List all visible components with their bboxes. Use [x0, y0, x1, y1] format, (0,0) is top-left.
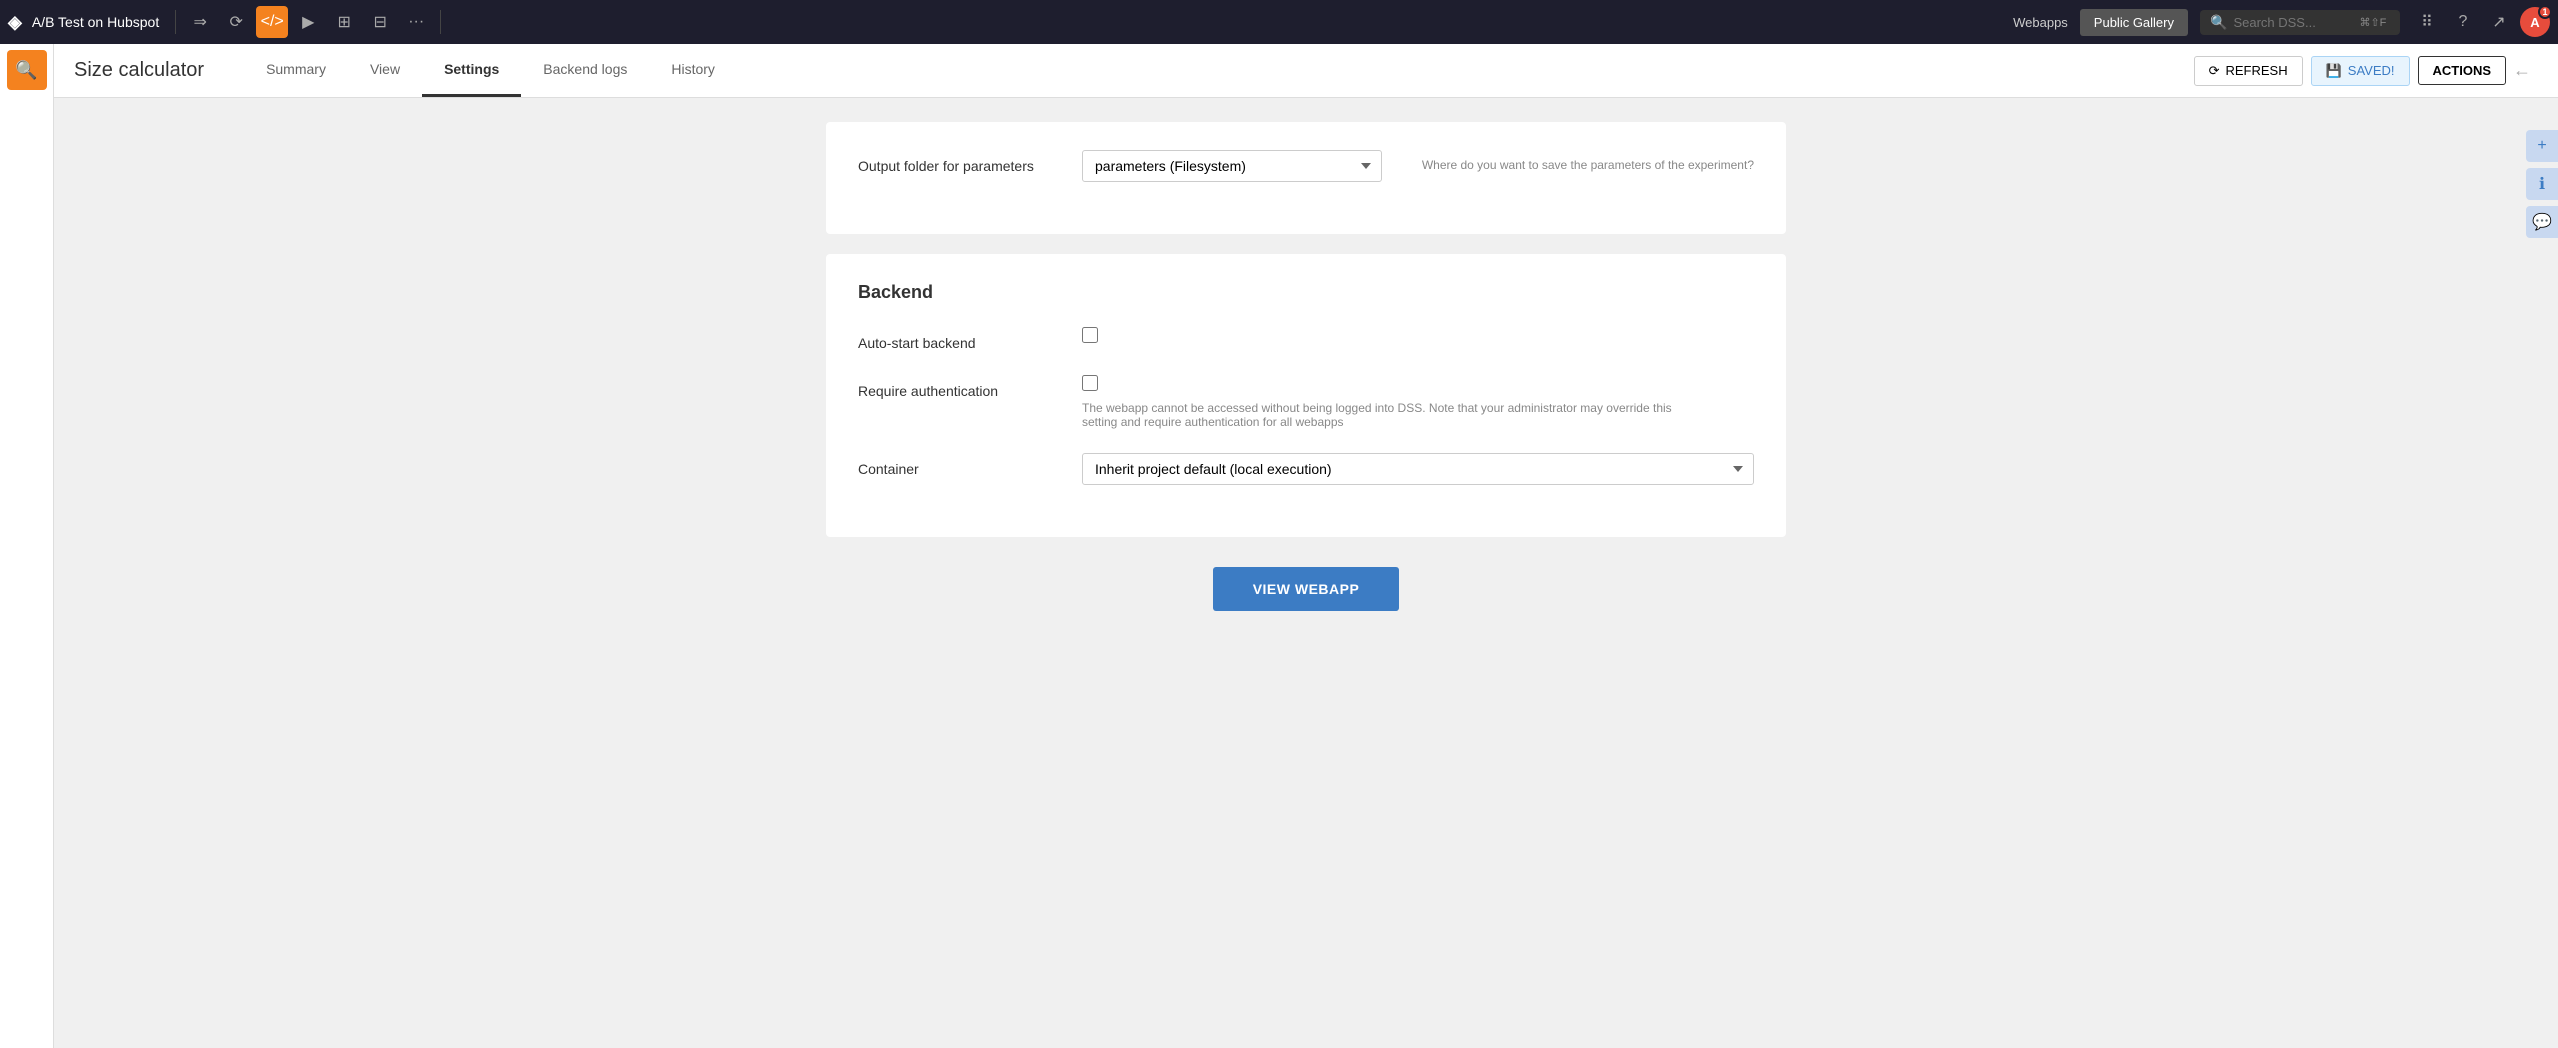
view-webapp-button[interactable]: VIEW WEBAPP	[1213, 567, 1400, 611]
right-float-chat-btn[interactable]: 💬	[2526, 206, 2558, 238]
public-gallery-button[interactable]: Public Gallery	[2080, 9, 2188, 36]
top-navigation: ◈ A/B Test on Hubspot ⇒ ⟳ </> ▶ ⊞ ⊟ ··· …	[0, 0, 2558, 44]
search-icon: 🔍	[2210, 14, 2227, 31]
search-input[interactable]	[2233, 15, 2353, 30]
right-float-info-btn[interactable]: ℹ	[2526, 168, 2558, 200]
auto-start-checkbox-row	[1082, 327, 1754, 343]
info-icon: ℹ	[2539, 174, 2545, 194]
output-folder-card: Output folder for parameters parameters …	[826, 122, 1786, 234]
main-content: Output folder for parameters parameters …	[54, 98, 2558, 1048]
output-folder-label: Output folder for parameters	[858, 150, 1058, 174]
require-auth-hint: The webapp cannot be accessed without be…	[1082, 401, 1682, 429]
require-auth-checkbox-row	[1082, 375, 1754, 391]
sync-icon-btn[interactable]: ⟳	[220, 6, 252, 38]
actions-button[interactable]: ACTIONS	[2418, 56, 2507, 85]
project-title: A/B Test on Hubspot	[32, 14, 159, 30]
auto-start-label: Auto-start backend	[858, 327, 1058, 351]
container-row: Container Inherit project default (local…	[858, 453, 1754, 485]
tab-settings[interactable]: Settings	[422, 44, 521, 97]
output-folder-hint: Where do you want to save the parameters…	[1422, 150, 1754, 172]
left-sidebar: 🔍	[0, 44, 54, 1048]
avatar-badge: 1	[2538, 5, 2552, 19]
more-icon-btn[interactable]: ···	[400, 6, 432, 38]
apps-grid-btn[interactable]: ⠿	[2412, 7, 2442, 37]
secondary-navigation: Size calculator Summary View Settings Ba…	[54, 44, 2558, 98]
backend-card: Backend Auto-start backend Require authe…	[826, 254, 1786, 537]
saved-button[interactable]: 💾 SAVED!	[2311, 56, 2410, 86]
output-folder-select[interactable]: parameters (Filesystem)	[1082, 150, 1382, 182]
chat-icon: 💬	[2532, 212, 2552, 232]
auto-start-control	[1082, 327, 1754, 343]
tab-summary[interactable]: Summary	[244, 44, 348, 97]
auto-start-checkbox[interactable]	[1082, 327, 1098, 343]
right-float-plus-btn[interactable]: +	[2526, 130, 2558, 162]
output-folder-row: Output folder for parameters parameters …	[858, 150, 1754, 182]
plus-icon: +	[2537, 137, 2546, 155]
backend-title: Backend	[858, 282, 1754, 303]
route-icon-btn[interactable]: ⇒	[184, 6, 216, 38]
auto-start-row: Auto-start backend	[858, 327, 1754, 351]
tab-backend-logs[interactable]: Backend logs	[521, 44, 649, 97]
nav-divider-2	[440, 10, 441, 34]
page-title: Size calculator	[74, 59, 204, 82]
right-float-buttons: + ℹ 💬	[2526, 130, 2558, 242]
sidebar-search-icon: 🔍	[15, 60, 37, 81]
search-bar[interactable]: 🔍 ⌘⇧F	[2200, 10, 2400, 35]
refresh-button[interactable]: ⟳ REFRESH	[2194, 56, 2303, 86]
tab-view[interactable]: View	[348, 44, 422, 97]
tab-bar: Summary View Settings Backend logs Histo…	[244, 44, 2506, 97]
nav-right-icons: ⠿ ? ↗ A 1	[2412, 7, 2550, 37]
tab-actions: ⟳ REFRESH 💾 SAVED! ACTIONS	[2194, 56, 2506, 86]
sidebar-search-btn[interactable]: 🔍	[7, 50, 47, 90]
trend-btn[interactable]: ↗	[2484, 7, 2514, 37]
require-auth-checkbox[interactable]	[1082, 375, 1098, 391]
grid-small-icon-btn[interactable]: ⊟	[364, 6, 396, 38]
container-label: Container	[858, 453, 1058, 477]
help-btn[interactable]: ?	[2448, 7, 2478, 37]
search-shortcut: ⌘⇧F	[2359, 16, 2386, 29]
play-icon-btn[interactable]: ▶	[292, 6, 324, 38]
require-auth-label: Require authentication	[858, 375, 1058, 399]
view-webapp-wrapper: VIEW WEBAPP	[826, 557, 1786, 641]
nav-divider-1	[175, 10, 176, 34]
tab-history[interactable]: History	[649, 44, 737, 97]
require-auth-row: Require authentication The webapp cannot…	[858, 375, 1754, 429]
app-logo: ◈	[8, 12, 22, 33]
output-folder-control: parameters (Filesystem)	[1082, 150, 1382, 182]
require-auth-control: The webapp cannot be accessed without be…	[1082, 375, 1754, 429]
webapp-label: Webapps	[2013, 15, 2068, 30]
back-arrow-button[interactable]: ←	[2506, 55, 2538, 87]
avatar[interactable]: A 1	[2520, 7, 2550, 37]
code-icon-btn[interactable]: </>	[256, 6, 288, 38]
deploy-icon-btn[interactable]: ⊞	[328, 6, 360, 38]
container-control: Inherit project default (local execution…	[1082, 453, 1754, 485]
saved-icon: 💾	[2326, 63, 2342, 79]
refresh-icon: ⟳	[2209, 63, 2220, 79]
container-select[interactable]: Inherit project default (local execution…	[1082, 453, 1754, 485]
